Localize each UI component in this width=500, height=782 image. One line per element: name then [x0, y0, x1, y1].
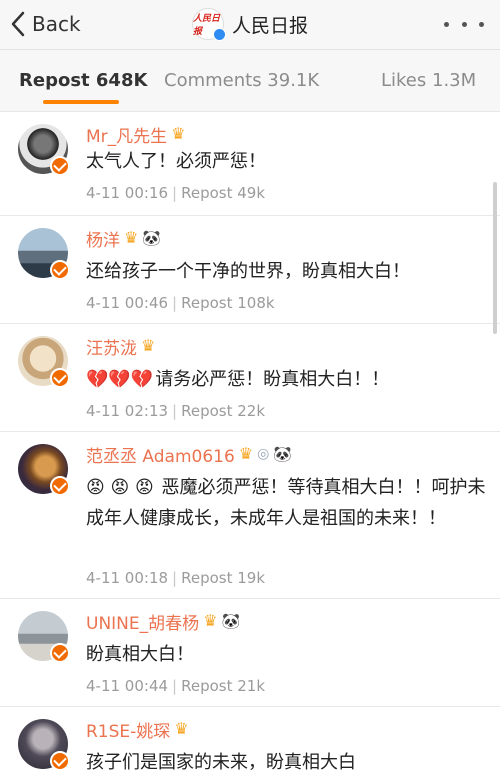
repost-meta: 4-11 02:13 | Repost 22k	[86, 402, 265, 420]
repost-text: 💔💔💔 请务必严惩！盼真相大白！！	[86, 364, 486, 395]
verified-icon	[50, 368, 70, 388]
username[interactable]: 杨洋	[86, 226, 120, 251]
dot-icon	[444, 21, 449, 27]
repost-time: 4-11 00:44	[86, 677, 169, 695]
panda-icon: 🐼	[273, 444, 293, 463]
list-item[interactable]: Mr_凡先生 ♛ 太气人了！必须严惩！ 4-11 00:16 | Repost 49…	[0, 112, 500, 216]
list-item[interactable]: R1SE-姚琛 ♛ 孩子们是国家的未来，盼真相大白	[0, 707, 500, 782]
username-row: Mr_凡先生 ♛	[86, 120, 186, 148]
username[interactable]: 范丞丞 Adam0616	[86, 442, 235, 467]
repost-time: 4-11 02:13	[86, 402, 169, 420]
crown-icon: ♛	[203, 611, 218, 630]
repost-text-body: 请务必严惩！盼真相大白！！	[155, 369, 390, 390]
username-row: R1SE-姚琛 ♛	[86, 715, 189, 743]
repost-meta: 4-11 00:16 | Repost 49k	[86, 184, 265, 202]
dot-icon	[461, 21, 467, 27]
username[interactable]: Mr_凡先生	[86, 122, 167, 147]
repost-text: 盼真相大白！	[86, 644, 194, 665]
list-item[interactable]: 汪苏泷 ♛ 💔💔💔 请务必严惩！盼真相大白！！ 4-11 02:13 | Repost…	[0, 324, 500, 432]
list-item[interactable]: UNINE_胡春杨 ♛ 🐼 盼真相大白！ 4-11 00:44 | Repost 2…	[0, 599, 500, 707]
repost-list[interactable]: Mr_凡先生 ♛ 太气人了！必须严惩！ 4-11 00:16 | Repost 49…	[0, 112, 500, 782]
avatar[interactable]	[18, 124, 70, 176]
verified-icon	[212, 28, 226, 41]
meta-separator: |	[172, 184, 178, 202]
meta-separator: |	[172, 569, 178, 587]
repost-time: 4-11 00:18	[86, 569, 169, 587]
username[interactable]: 汪苏泷	[86, 334, 137, 359]
avatar[interactable]	[18, 611, 70, 663]
verified-icon	[50, 643, 70, 663]
repost-text: 孩子们是国家的未来，盼真相大白	[86, 752, 356, 773]
verified-icon	[50, 156, 70, 176]
avatar[interactable]	[18, 444, 70, 496]
nav-bar: Back 人民日报 人民日报	[0, 0, 500, 50]
meta-separator: |	[172, 294, 178, 312]
username[interactable]: UNINE_胡春杨	[86, 609, 199, 634]
verified-icon	[50, 476, 70, 496]
crown-icon: ♛	[238, 444, 254, 463]
list-item[interactable]: 杨洋 ♛ 🐼 还给孩子一个干净的世界，盼真相大白！ 4-11 00:46 | Rep…	[0, 216, 500, 324]
scrollbar[interactable]	[493, 182, 497, 334]
crown-icon: ♛	[124, 228, 139, 247]
active-tab-indicator	[43, 100, 119, 104]
account-name[interactable]: 人民日报	[232, 11, 308, 38]
list-item[interactable]: 范丞丞 Adam0616 ♛ ◎ 🐼 😡 😡 😡 恶魔必须严惩！等待真相大白！！…	[0, 432, 500, 599]
repost-text: 还给孩子一个干净的世界，盼真相大白！	[86, 261, 410, 282]
panda-icon: 🐼	[221, 611, 241, 630]
avatar[interactable]	[18, 719, 70, 771]
tab-repost[interactable]: Repost 648K	[19, 70, 147, 91]
account-avatar[interactable]: 人民日报	[191, 8, 226, 41]
repost-time: 4-11 00:16	[86, 184, 169, 202]
username[interactable]: R1SE-姚琛	[86, 717, 170, 742]
username-row: 汪苏泷 ♛	[86, 332, 155, 360]
account-header[interactable]: 人民日报 人民日报	[0, 6, 500, 42]
tab-comments[interactable]: Comments 39.1K	[164, 70, 319, 91]
angry-face-emoji: 😡 😡 😡	[86, 477, 154, 498]
more-options-button[interactable]	[444, 12, 484, 36]
verified-icon	[50, 260, 70, 280]
broken-heart-emoji: 💔💔💔	[86, 369, 154, 390]
dot-icon	[479, 21, 484, 27]
repost-count: Repost 108k	[181, 294, 275, 312]
panda-icon: 🐼	[142, 228, 162, 247]
username-row: UNINE_胡春杨 ♛ 🐼	[86, 607, 240, 635]
verified-icon	[50, 751, 70, 771]
repost-time: 4-11 00:46	[86, 294, 169, 312]
repost-count: Repost 19k	[181, 569, 266, 587]
repost-text: 😡 😡 😡 恶魔必须严惩！等待真相大白！！呵护未成年人健康成长，未成年人是祖国的…	[86, 472, 486, 534]
repost-meta: 4-11 00:18 | Repost 19k	[86, 569, 265, 587]
repost-count: Repost 49k	[181, 184, 266, 202]
crown-icon: ♛	[174, 719, 189, 738]
crown-icon: ♛	[171, 124, 186, 143]
username-row: 范丞丞 Adam0616 ♛ ◎ 🐼	[86, 440, 292, 468]
username-row: 杨洋 ♛ 🐼	[86, 224, 161, 252]
repost-text: 太气人了！必须严惩！	[86, 151, 266, 172]
medal-icon: ◎	[257, 446, 270, 462]
avatar[interactable]	[18, 228, 70, 280]
repost-meta: 4-11 00:44 | Repost 21k	[86, 677, 265, 695]
repost-count: Repost 22k	[181, 402, 266, 420]
repost-meta: 4-11 00:46 | Repost 108k	[86, 294, 275, 312]
crown-icon: ♛	[141, 336, 156, 355]
tab-likes[interactable]: Likes 1.3M	[381, 70, 476, 91]
meta-separator: |	[172, 402, 178, 420]
repost-count: Repost 21k	[181, 677, 266, 695]
meta-separator: |	[172, 677, 178, 695]
avatar[interactable]	[18, 336, 70, 388]
